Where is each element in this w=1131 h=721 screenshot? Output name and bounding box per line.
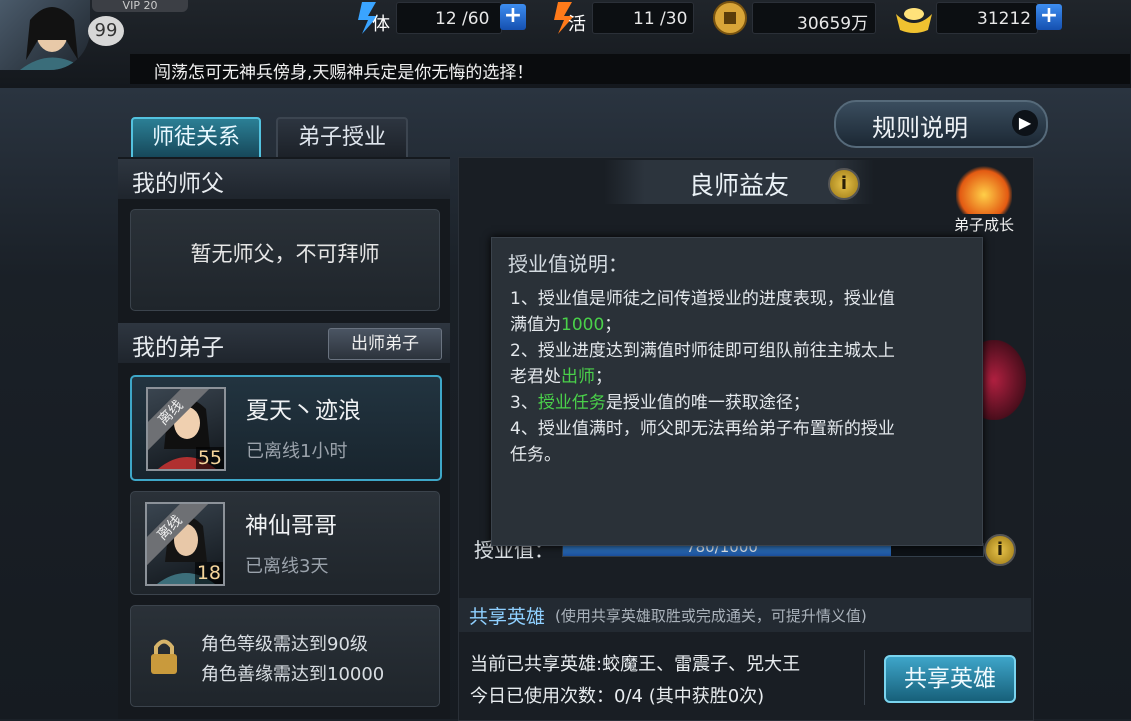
disciple-status: 已离线3天 — [245, 556, 329, 577]
tooltip-highlight: 1000 — [561, 315, 605, 335]
ingot-value: 31212 — [977, 9, 1032, 29]
stamina-value: 12 /60 — [435, 9, 490, 29]
disciple-name: 神仙哥哥 — [245, 513, 337, 539]
energy-icon: 活 — [550, 0, 590, 35]
master-card: 暂无师父，不可拜师 — [130, 209, 440, 311]
divider — [864, 650, 865, 705]
disciples-section-title: 我的弟子 — [132, 335, 224, 361]
scrolling-notice: 闯荡怎可无神兵傍身,天赐神兵定是你无悔的选择！ — [130, 54, 1130, 84]
tooltip-text: ； — [595, 367, 612, 387]
tab-master-relation[interactable]: 师徒关系 — [131, 117, 261, 159]
tooltip-title: 授业值说明： — [508, 252, 628, 276]
master-section-title: 我的师父 — [132, 171, 224, 197]
tooltip-text: 3、 — [510, 393, 538, 413]
energy-value: 11 /30 — [633, 9, 688, 29]
disciple-growth-label: 弟子成长 — [953, 216, 1014, 234]
ingot-add-button[interactable]: + — [1036, 4, 1062, 30]
share-hero-description: (使用共享英雄取胜或完成通关，可提升情义值) — [555, 607, 867, 625]
tooltip-highlight: 授业任务 — [537, 393, 606, 413]
lock-requirement-karma: 角色善缘需达到10000 — [201, 664, 385, 685]
disciple-card[interactable]: 离线 55 夏天丶迹浪 已离线1小时 — [130, 375, 442, 481]
tooltip-highlight: 出师 — [561, 367, 595, 387]
share-hero-header: 共享英雄 (使用共享英雄取胜或完成通关，可提升情义值) — [459, 598, 1031, 632]
master-section-header: 我的师父 — [118, 159, 450, 199]
energy-label: 活 — [568, 14, 586, 35]
top-resource-bar: VIP 20 99 体 12 /60 + 活 11 /30 30659万 312… — [0, 0, 1131, 88]
tooltip-line: 满值为1000； — [510, 310, 621, 335]
locked-slot-card: 角色等级需达到90级 角色善缘需达到10000 — [130, 605, 440, 707]
ingot-icon — [892, 2, 936, 36]
tooltip-text: ； — [604, 315, 622, 335]
disciples-section-header: 我的弟子 出师弟子 — [118, 323, 450, 363]
stamina-box: 12 /60 — [396, 2, 502, 34]
coin-value: 30659万 — [797, 14, 869, 34]
tooltip-line: 4、授业值满时，师父即无法再给弟子布置新的授业 — [510, 419, 895, 439]
share-usage-count: 今日已使用次数：0/4 (其中获胜0次) — [470, 686, 765, 707]
disciple-card[interactable]: 离线 18 神仙哥哥 已离线3天 — [130, 491, 440, 595]
stamina-label: 体 — [372, 14, 390, 35]
tab-disciple-teaching[interactable]: 弟子授业 — [276, 117, 408, 159]
coin-box: 30659万 — [752, 2, 876, 34]
tooltip-line: 3、授业任务是授业值的唯一获取途径； — [510, 388, 810, 413]
vip-badge: VIP 20 — [92, 0, 188, 12]
tooltip-text: 是授业值的唯一获取途径； — [605, 393, 810, 413]
coin-icon — [710, 0, 750, 36]
player-level-badge: 99 — [88, 16, 124, 46]
hero-portrait-icon — [20, 7, 86, 70]
player-avatar[interactable] — [0, 0, 90, 70]
lock-requirement-level: 角色等级需达到90级 — [201, 634, 368, 655]
no-master-text: 暂无师父，不可拜师 — [190, 242, 380, 266]
disciple-growth-button[interactable]: 弟子成长 — [946, 166, 1022, 236]
disciple-level: 18 — [194, 562, 223, 584]
disciple-level: 55 — [195, 447, 224, 469]
disciple-portrait: 离线 18 — [145, 502, 225, 586]
lock-icon — [147, 636, 181, 676]
tooltip-line: 1、授业值是师徒之间传道授业的进度表现，授业值 — [510, 289, 895, 309]
share-hero-title: 共享英雄 — [469, 606, 546, 628]
play-arrow-icon: ▶ — [1012, 110, 1038, 136]
disciple-portrait: 离线 55 — [146, 387, 226, 471]
rules-button-label: 规则说明 — [872, 114, 968, 142]
ingot-box: 31212 — [936, 2, 1038, 34]
shared-heroes-list: 当前已共享英雄:蛟魔王、雷震子、兕大王 — [470, 654, 801, 675]
stamina-add-button[interactable]: + — [500, 4, 526, 30]
info-icon[interactable]: i — [984, 534, 1016, 566]
graduated-disciples-button[interactable]: 出师弟子 — [328, 328, 442, 360]
info-icon[interactable]: i — [828, 168, 860, 200]
stamina-icon: 体 — [354, 0, 394, 35]
tooltip-text: 老君处 — [510, 367, 561, 387]
notice-text: 闯荡怎可无神兵傍身,天赐神兵定是你无悔的选择！ — [154, 63, 534, 83]
share-hero-button[interactable]: 共享英雄 — [884, 655, 1016, 703]
rules-button[interactable]: 规则说明 ▶ — [834, 100, 1048, 148]
flame-growth-icon — [956, 166, 1012, 214]
tooltip-line: 2、授业进度达到满值时师徒即可组队前往主城太上 — [510, 341, 895, 361]
tooltip-line: 老君处出师； — [510, 362, 612, 387]
tooltip-line: 任务。 — [510, 445, 561, 465]
relation-panel: 我的师父 暂无师父，不可拜师 我的弟子 出师弟子 离线 55 夏天丶迹浪 已离线… — [118, 157, 450, 719]
decor-ribbon-icon — [980, 340, 1026, 420]
tooltip-text: 满值为 — [510, 315, 561, 335]
teaching-info-tooltip: 授业值说明： 1、授业值是师徒之间传道授业的进度表现，授业值 满值为1000； … — [491, 237, 983, 546]
energy-box: 11 /30 — [592, 2, 694, 34]
disciple-status: 已离线1小时 — [246, 441, 348, 462]
disciple-name: 夏天丶迹浪 — [246, 398, 361, 424]
